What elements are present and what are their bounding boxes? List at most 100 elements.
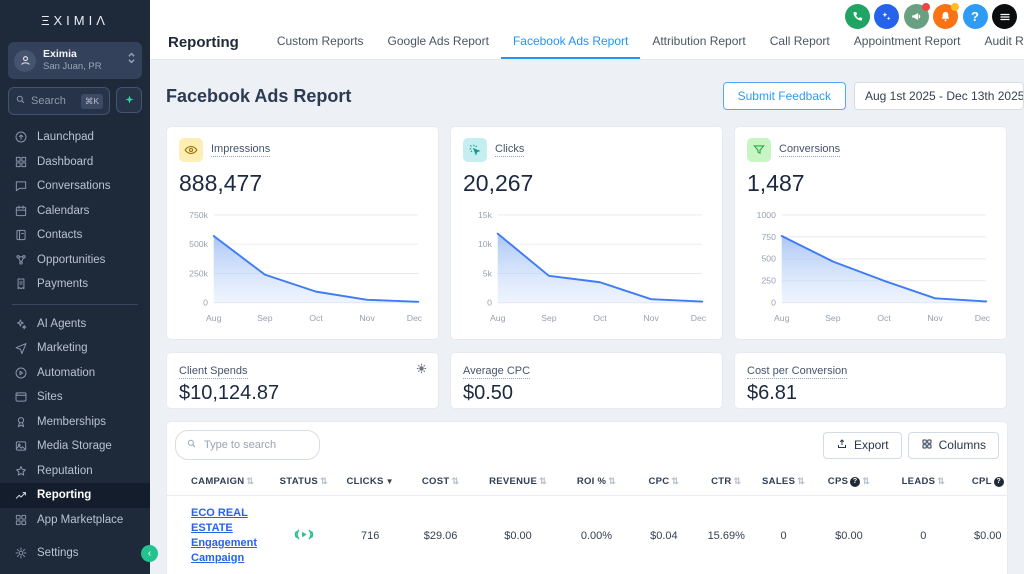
sidebar-item-marketing[interactable]: Marketing xyxy=(0,336,150,361)
sidebar-item-dashboard[interactable]: Dashboard xyxy=(0,150,150,175)
sidebar-item-reputation[interactable]: Reputation xyxy=(0,459,150,484)
conversions-label[interactable]: Conversions xyxy=(779,143,841,157)
conversations-icon xyxy=(14,179,28,193)
sidebar-divider xyxy=(12,303,138,305)
column-header-cpc[interactable]: CPC ⇅ xyxy=(632,468,696,496)
table-row: ECO REAL ESTATE Engagement Campaign 716 $2… xyxy=(167,495,1007,574)
column-header-status[interactable]: Status ⇅ xyxy=(272,468,335,496)
tab-google-ads-report[interactable]: Google Ads Report xyxy=(376,25,501,59)
info-icon[interactable]: ? xyxy=(993,477,1004,487)
sidebar-item-ai-agents[interactable]: AI Agents xyxy=(0,312,150,337)
impressions-card: Impressions 888,477 750k 500k 250k 0 Aug Sep O… xyxy=(166,126,439,340)
svg-text:250k: 250k xyxy=(189,268,208,278)
media-storage-icon xyxy=(14,439,28,453)
automation-icon xyxy=(14,366,28,380)
sidebar-item-media-storage[interactable]: Media Storage xyxy=(0,434,150,459)
sidebar-item-calendars[interactable]: Calendars xyxy=(0,199,150,224)
sidebar-item-automation[interactable]: Automation xyxy=(0,361,150,386)
sidebar-item-launchpad[interactable]: Launchpad xyxy=(0,125,150,150)
column-header-campaign[interactable]: Campaign ⇅ xyxy=(167,468,273,496)
topbar: ? Reporting Custom Reports Google Ads Rep… xyxy=(150,0,1024,60)
sites-icon xyxy=(14,390,28,404)
sidebar-item-label: Reputation xyxy=(37,464,93,477)
tab-call-report[interactable]: Call Report xyxy=(758,25,842,59)
info-icon[interactable]: ? xyxy=(850,477,861,487)
search-icon xyxy=(15,92,26,110)
date-range-picker[interactable]: Aug 1st 2025 - Dec 13th 2025 xyxy=(854,82,1024,110)
cpc-cell: $0.04 xyxy=(632,495,696,574)
svg-text:0: 0 xyxy=(487,298,492,308)
average-cpc-label[interactable]: Average CPC xyxy=(463,365,531,379)
svg-text:750: 750 xyxy=(761,232,776,242)
column-header-roi[interactable]: ROI % ⇅ xyxy=(560,468,633,496)
account-switcher[interactable]: Eximia San Juan, PR xyxy=(8,42,142,79)
sidebar-item-sites[interactable]: Sites xyxy=(0,385,150,410)
sidebar-item-contacts[interactable]: Contacts xyxy=(0,223,150,248)
sidebar-item-reporting[interactable]: Reporting xyxy=(0,483,150,508)
sidebar-item-app-marketplace[interactable]: App Marketplace xyxy=(0,508,150,533)
status-active-icon xyxy=(294,529,313,540)
memberships-icon xyxy=(14,415,28,429)
sidebar-item-label: Media Storage xyxy=(37,440,112,453)
gear-icon[interactable] xyxy=(415,362,428,380)
clicks-label[interactable]: Clicks xyxy=(495,143,525,157)
column-header-sales[interactable]: Sales ⇅ xyxy=(757,468,810,496)
svg-text:Dec: Dec xyxy=(691,313,707,323)
sidebar-item-label: Opportunities xyxy=(37,253,106,266)
submit-feedback-button[interactable]: Submit Feedback xyxy=(722,82,846,110)
sidebar-item-label: Payments xyxy=(37,278,89,291)
sidebar-item-settings[interactable]: Settings xyxy=(0,541,150,566)
sort-icon: ⇅ xyxy=(862,476,871,486)
ai-agents-icon xyxy=(14,317,28,331)
clicks-chart: 15k 10k 5k 0 Aug Sep Oct Nov Dec xyxy=(463,201,710,335)
tab-custom-reports[interactable]: Custom Reports xyxy=(265,25,376,59)
sort-icon: ⇅ xyxy=(608,476,617,486)
cps-cell: $0.00 xyxy=(809,495,889,574)
cost-cell: $29.06 xyxy=(405,495,476,574)
tab-appointment-report[interactable]: Appointment Report xyxy=(842,25,973,59)
cursor-click-icon xyxy=(463,138,487,162)
sidebar-item-label: Marketing xyxy=(37,342,88,355)
sidebar-item-label: AI Agents xyxy=(37,317,87,330)
column-header-ctr[interactable]: CTR ⇅ xyxy=(695,468,758,496)
settings-icon xyxy=(14,546,28,560)
sidebar-item-conversations[interactable]: Conversations xyxy=(0,174,150,199)
column-header-leads[interactable]: Leads ⇅ xyxy=(888,468,959,496)
account-avatar-icon xyxy=(14,49,36,72)
tab-facebook-ads-report[interactable]: Facebook Ads Report xyxy=(500,25,641,59)
funnel-icon xyxy=(747,138,771,162)
sidebar-item-label: Automation xyxy=(37,366,96,379)
conversions-value: 1,487 xyxy=(747,170,805,196)
cpl-cell: $0.00 xyxy=(958,495,1007,574)
campaigns-table-card: Type to search Export Columns CAMPAIGN ⇅… xyxy=(166,421,1008,574)
ai-assistant-button[interactable] xyxy=(116,87,142,113)
sidebar-item-payments[interactable]: Payments xyxy=(0,272,150,297)
sidebar-item-opportunities[interactable]: Opportunities xyxy=(0,248,150,273)
status-cell xyxy=(272,495,335,574)
eximia-logo: ΞXIMIΛ xyxy=(41,13,109,28)
svg-text:250: 250 xyxy=(761,276,776,286)
campaign-link[interactable]: ECO REAL ESTATE Engagement Campaign xyxy=(191,506,269,565)
chevron-updown-icon xyxy=(127,51,136,70)
client-spends-card: Client Spends $10,124.87 xyxy=(166,352,439,409)
sidebar-search-input[interactable]: Search ⌘K xyxy=(8,87,110,115)
columns-button[interactable]: Columns xyxy=(907,431,999,459)
column-header-cpl[interactable]: CPL? xyxy=(958,468,1007,496)
column-header-clicks[interactable]: Clicks ▼ xyxy=(334,468,406,496)
table-search-placeholder: Type to search xyxy=(204,439,277,451)
column-header-revenue[interactable]: Revenue ⇅ xyxy=(475,468,561,496)
sort-icon: ⇅ xyxy=(671,476,680,486)
client-spends-label[interactable]: Client Spends xyxy=(179,365,248,379)
column-header-cost[interactable]: Cost ⇅ xyxy=(405,468,476,496)
tab-audit-report[interactable]: Audit Report xyxy=(973,25,1024,59)
reporting-page-title: Reporting xyxy=(168,33,239,51)
sidebar-collapse-button[interactable]: ‹ xyxy=(141,545,158,562)
column-header-cps[interactable]: CPS? ⇅ xyxy=(809,468,889,496)
sidebar-item-memberships[interactable]: Memberships xyxy=(0,410,150,435)
impressions-label[interactable]: Impressions xyxy=(211,143,271,157)
table-search-input[interactable]: Type to search xyxy=(175,430,320,460)
sidebar-item-label: App Marketplace xyxy=(37,513,124,526)
cost-per-conversion-label[interactable]: Cost per Conversion xyxy=(747,365,848,379)
tab-attribution-report[interactable]: Attribution Report xyxy=(640,25,757,59)
export-button[interactable]: Export xyxy=(822,431,902,459)
